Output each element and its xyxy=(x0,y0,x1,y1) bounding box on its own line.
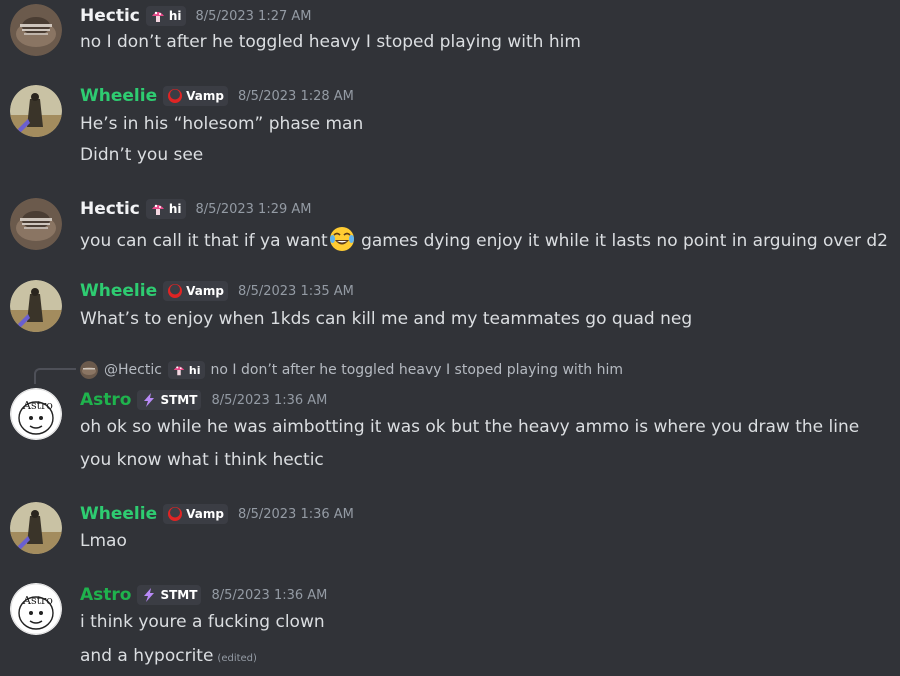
svg-text:Astro: Astro xyxy=(22,594,53,607)
role-name: Vamp xyxy=(186,507,224,521)
role-tag[interactable]: Vamp xyxy=(163,504,228,524)
role-name: hi xyxy=(168,9,182,23)
mushroom-icon xyxy=(150,8,166,24)
lightning-icon xyxy=(141,587,157,603)
timestamp[interactable]: 8/5/2023 1:35 AM xyxy=(238,284,354,299)
reply-connector xyxy=(34,368,76,384)
timestamp[interactable]: 8/5/2023 1:36 AM xyxy=(211,588,327,603)
timestamp[interactable]: 8/5/2023 1:36 AM xyxy=(238,507,354,522)
wheelie-avatar[interactable] xyxy=(10,502,62,554)
username[interactable]: Hectic xyxy=(80,6,140,26)
vamp-icon xyxy=(167,506,183,522)
role-tag[interactable]: STMT xyxy=(137,390,202,410)
astro-avatar[interactable]: Astro xyxy=(10,388,62,440)
message-text: Lmao xyxy=(80,531,127,551)
hectic-avatar[interactable] xyxy=(10,198,62,250)
wheelie-avatar[interactable] xyxy=(10,280,62,332)
reply-text[interactable]: no I don’t after he toggled heavy I stop… xyxy=(211,362,624,378)
svg-text:Astro: Astro xyxy=(22,399,53,412)
role-name: hi xyxy=(188,363,201,377)
username[interactable]: Wheelie xyxy=(80,86,157,106)
message-text: He’s in his “holesom” phase man xyxy=(80,114,364,134)
joy-emoji[interactable] xyxy=(329,226,355,252)
message-text: i think youre a fucking clown xyxy=(80,612,325,632)
hectic-avatar[interactable] xyxy=(10,4,62,56)
hectic-avatar xyxy=(80,361,98,379)
username[interactable]: Wheelie xyxy=(80,504,157,524)
role-tag[interactable]: Vamp xyxy=(163,281,228,301)
edited-label[interactable]: (edited) xyxy=(217,653,257,664)
role-tag: hi xyxy=(167,361,205,379)
wheelie-avatar[interactable] xyxy=(10,85,62,137)
username[interactable]: Wheelie xyxy=(80,281,157,301)
role-tag[interactable]: Vamp xyxy=(163,86,228,106)
username[interactable]: Astro xyxy=(80,585,131,605)
message-text: and a hypocrite (edited) xyxy=(80,644,257,671)
message-text: you know what i think hectic xyxy=(80,450,324,470)
mushroom-icon xyxy=(150,201,166,217)
message-text: you can call it that if ya want games dy… xyxy=(80,226,888,253)
message-text: What’s to enjoy when 1kds can kill me an… xyxy=(80,309,693,329)
timestamp[interactable]: 8/5/2023 1:36 AM xyxy=(211,393,327,408)
mushroom-icon xyxy=(172,363,186,377)
username[interactable]: Astro xyxy=(80,390,131,410)
role-name: Vamp xyxy=(186,89,224,103)
chat-message-list: Hectic hi 8/5/2023 1:27 AM no I don’t af… xyxy=(0,0,900,676)
message-text-part: you can call it that if ya want xyxy=(80,231,328,251)
message-text: Didn’t you see xyxy=(80,145,204,165)
timestamp[interactable]: 8/5/2023 1:27 AM xyxy=(196,9,312,24)
message-text-part: games dying enjoy it while it lasts no p… xyxy=(355,231,888,251)
vamp-icon xyxy=(167,88,183,104)
message-text: no I don’t after he toggled heavy I stop… xyxy=(80,32,581,52)
role-name: Vamp xyxy=(186,284,224,298)
message-text-part: and a hypocrite xyxy=(80,646,214,666)
role-name: STMT xyxy=(160,588,198,602)
vamp-icon xyxy=(167,283,183,299)
role-tag[interactable]: hi xyxy=(145,199,186,219)
timestamp[interactable]: 8/5/2023 1:29 AM xyxy=(196,202,312,217)
username[interactable]: Hectic xyxy=(80,199,140,219)
reply-author[interactable]: @Hectic xyxy=(104,362,162,378)
role-name: STMT xyxy=(160,393,198,407)
astro-avatar[interactable]: Astro xyxy=(10,583,62,635)
reply-preview[interactable]: @Hectic hi no I don’t after he toggled h… xyxy=(80,360,623,380)
role-tag[interactable]: hi xyxy=(145,6,186,26)
message-text: oh ok so while he was aimbotting it was … xyxy=(80,417,860,437)
timestamp[interactable]: 8/5/2023 1:28 AM xyxy=(238,89,354,104)
role-tag[interactable]: STMT xyxy=(137,585,202,605)
role-name: hi xyxy=(168,202,182,216)
lightning-icon xyxy=(141,392,157,408)
